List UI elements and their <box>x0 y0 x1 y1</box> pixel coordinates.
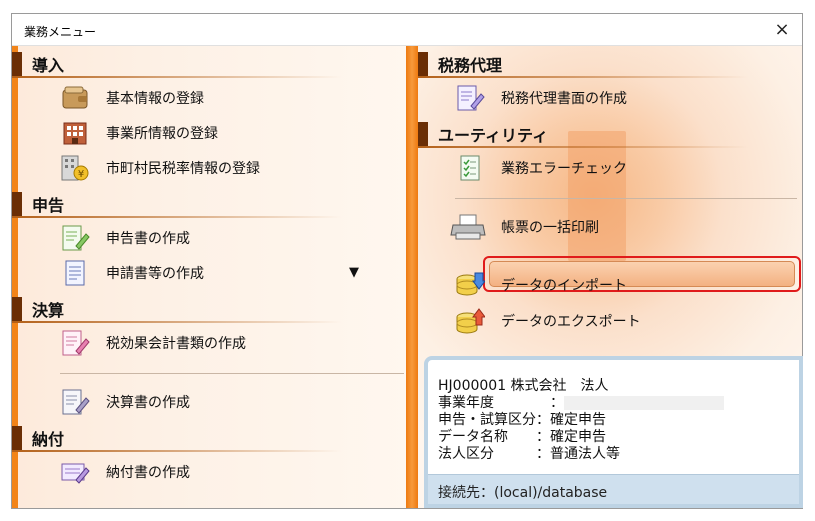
menu-item-basic-info[interactable]: 基本情報の登録 <box>60 82 204 114</box>
section-marker <box>418 52 428 76</box>
menu-item-label: 基本情報の登録 <box>106 91 204 107</box>
separator <box>60 373 404 374</box>
section-marker <box>12 297 22 321</box>
corporation-type-row: 法人区分 ：普通法人等 <box>438 446 620 462</box>
section-title: 申告 <box>32 196 65 215</box>
menu-item-label: 申請書等の作成 <box>106 266 204 282</box>
section-marker <box>12 426 22 450</box>
wallet-icon <box>60 84 90 112</box>
separator <box>455 198 797 199</box>
database-import-icon <box>455 271 485 299</box>
menu-item-label: データのインポート <box>501 278 627 294</box>
section-header-payment: 納付 <box>12 426 342 452</box>
menu-item-financial-statements[interactable]: 決算書の作成 <box>60 386 190 418</box>
printer-icon <box>450 213 486 241</box>
fiscal-year-row: 事業年度 ： <box>438 395 724 412</box>
menu-item-label: 税務代理書面の作成 <box>501 91 627 107</box>
payment-slip-icon <box>60 458 90 486</box>
section-title: 決算 <box>32 301 65 320</box>
pink-document-pen-icon <box>60 329 90 357</box>
menu-item-label: 業務エラーチェック <box>501 161 627 177</box>
menu-item-label: 申告書の作成 <box>106 231 190 247</box>
database-export-icon <box>455 307 485 335</box>
connection-bar: 接続先：(local)/database <box>428 474 799 504</box>
menu-item-error-check[interactable]: 業務エラーチェック <box>455 152 627 184</box>
menu-item-label: 税効果会計書類の作成 <box>106 336 246 352</box>
window-title: 業務メニュー <box>24 25 97 39</box>
connection-target: 接続先：(local)/database <box>438 485 608 501</box>
title-bar: 業務メニュー × <box>12 14 802 46</box>
section-header-utility: ユーティリティ <box>418 122 748 148</box>
section-marker <box>418 122 428 146</box>
section-title: 税務代理 <box>438 56 503 75</box>
menu-item-batch-print[interactable]: 帳票の一括印刷 <box>450 211 599 243</box>
purple-document-pen-icon <box>455 84 485 112</box>
section-marker <box>12 52 22 76</box>
menu-item-label: 納付書の作成 <box>106 465 190 481</box>
data-name-row: データ名称 ：確定申告 <box>438 429 606 445</box>
menu-item-payment-slip[interactable]: 納付書の作成 <box>60 456 190 488</box>
fiscal-year-value <box>564 396 724 410</box>
menu-item-create-application[interactable]: 申請書等の作成 <box>60 257 204 289</box>
menu-item-office-info[interactable]: 事業所情報の登録 <box>60 117 218 149</box>
menu-item-city-tax-rate[interactable]: ¥ 市町村民税率情報の登録 <box>60 152 260 184</box>
company-code-name: HJ000001 株式会社 法人 <box>438 378 609 394</box>
menu-item-label: データのエクスポート <box>501 314 641 330</box>
document-pen-icon <box>60 224 90 252</box>
office-building-icon <box>60 119 90 147</box>
section-marker <box>12 192 22 216</box>
menu-item-label: 帳票の一括印刷 <box>501 220 599 236</box>
menu-item-label: 市町村民税率情報の登録 <box>106 161 260 177</box>
svg-text:¥: ¥ <box>78 169 84 180</box>
close-icon[interactable]: × <box>770 18 794 42</box>
menu-item-label: 事業所情報の登録 <box>106 126 218 142</box>
menu-item-tax-agency-document[interactable]: 税務代理書面の作成 <box>455 82 627 114</box>
menu-item-label: 決算書の作成 <box>106 395 190 411</box>
section-title: ユーティリティ <box>438 126 549 145</box>
document-icon <box>60 259 90 287</box>
section-title: 納付 <box>32 430 65 449</box>
section-header-settlement: 決算 <box>12 297 342 323</box>
filing-category-row: 申告・試算区分：確定申告 <box>438 412 606 428</box>
section-header-filing: 申告 <box>12 192 342 218</box>
checklist-icon <box>455 154 485 182</box>
panel-divider <box>406 46 418 508</box>
dropdown-arrow-icon[interactable]: ▼ <box>349 265 359 280</box>
menu-item-data-export[interactable]: データのエクスポート <box>455 305 641 337</box>
section-header-tax-agency: 税務代理 <box>418 52 748 78</box>
company-info-panel: HJ000001 株式会社 法人 事業年度 ： 申告・試算区分：確定申告 データ… <box>424 356 803 508</box>
menu-item-data-import[interactable]: データのインポート <box>455 269 627 301</box>
section-title: 導入 <box>32 56 65 75</box>
section-header-introduction: 導入 <box>12 52 342 78</box>
menu-item-create-return[interactable]: 申告書の作成 <box>60 222 190 254</box>
menu-item-tax-effect-docs[interactable]: 税効果会計書類の作成 <box>60 327 246 359</box>
city-tax-icon: ¥ <box>60 154 90 182</box>
document-pen-icon <box>60 388 90 416</box>
